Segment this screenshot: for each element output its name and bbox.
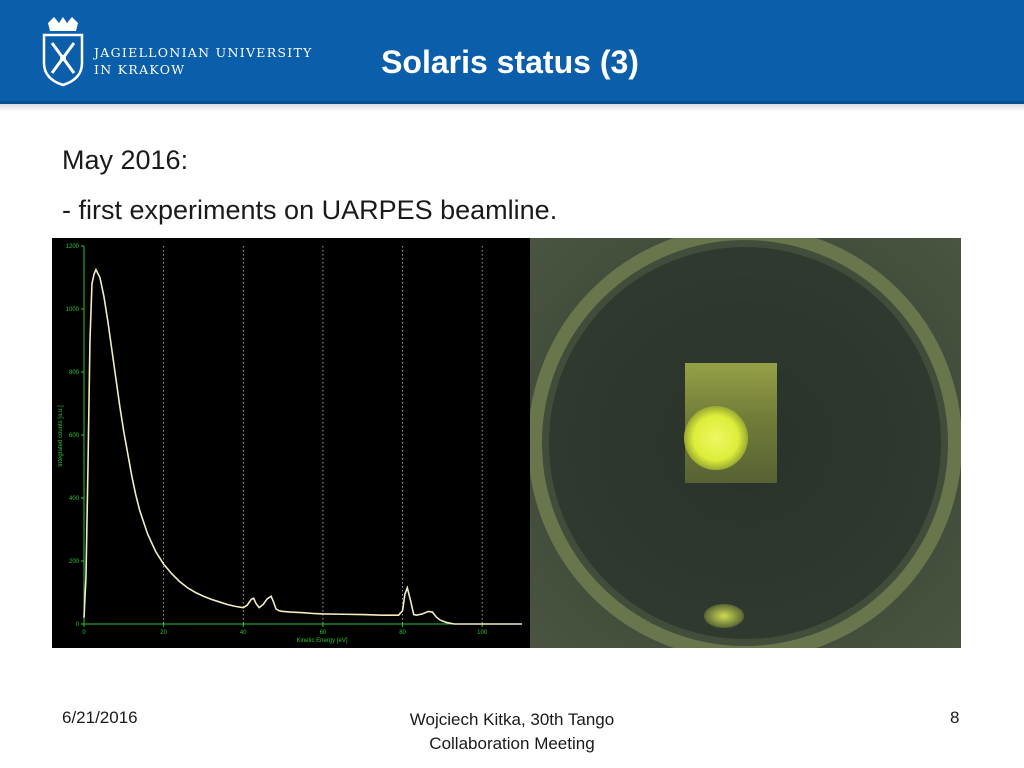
header-bar: JAGIELLONIAN UNIVERSITY IN KRAKOW Solari…	[0, 0, 1024, 104]
footer-author-line1: Wojciech Kitka, 30th Tango	[409, 710, 615, 729]
body-text-line2: - first experiments on UARPES beamline.	[62, 195, 558, 225]
x-tick-label: 100	[477, 630, 488, 636]
x-tick-label: 20	[160, 630, 167, 636]
lower-reflection	[704, 604, 744, 628]
footer-date: 6/21/2016	[62, 708, 138, 727]
y-axis-label: Integrated counts [a.u.]	[58, 405, 64, 467]
x-tick-label: 40	[240, 630, 247, 636]
university-crest-icon	[42, 17, 84, 87]
slide-title: Solaris status (3)	[381, 44, 639, 80]
y-tick-label: 800	[69, 370, 80, 376]
y-tick-label: 600	[69, 433, 80, 439]
y-tick-label: 400	[69, 496, 80, 502]
footer-author: Wojciech Kitka, 30th Tango Collaboration…	[362, 708, 662, 756]
y-tick-label: 0	[76, 622, 80, 628]
beam-spot	[684, 406, 748, 470]
x-axis-label: Kinetic Energy [eV]	[296, 638, 347, 644]
x-tick-label: 0	[82, 630, 86, 636]
detector-image	[528, 226, 962, 660]
university-name-line1: JAGIELLONIAN UNIVERSITY	[94, 45, 313, 60]
footer-author-line2: Collaboration Meeting	[429, 734, 595, 753]
body-text-line1: May 2016:	[62, 145, 189, 175]
y-tick-label: 200	[69, 559, 80, 565]
spectrum-series-line	[83, 267, 522, 625]
x-tick-label: 80	[399, 630, 406, 636]
y-tick-label: 1200	[66, 244, 80, 250]
x-tick-label: 60	[320, 630, 327, 636]
university-name-line2: IN KRAKOW	[94, 62, 186, 77]
y-tick-label: 1000	[66, 307, 80, 313]
footer-page-number: 8	[950, 708, 960, 727]
header-shadow	[0, 104, 1024, 112]
spectrum-chart: 0 20 40 60 80 100 0 200 400 600 800 1000 1200 Kineti…	[52, 238, 530, 648]
